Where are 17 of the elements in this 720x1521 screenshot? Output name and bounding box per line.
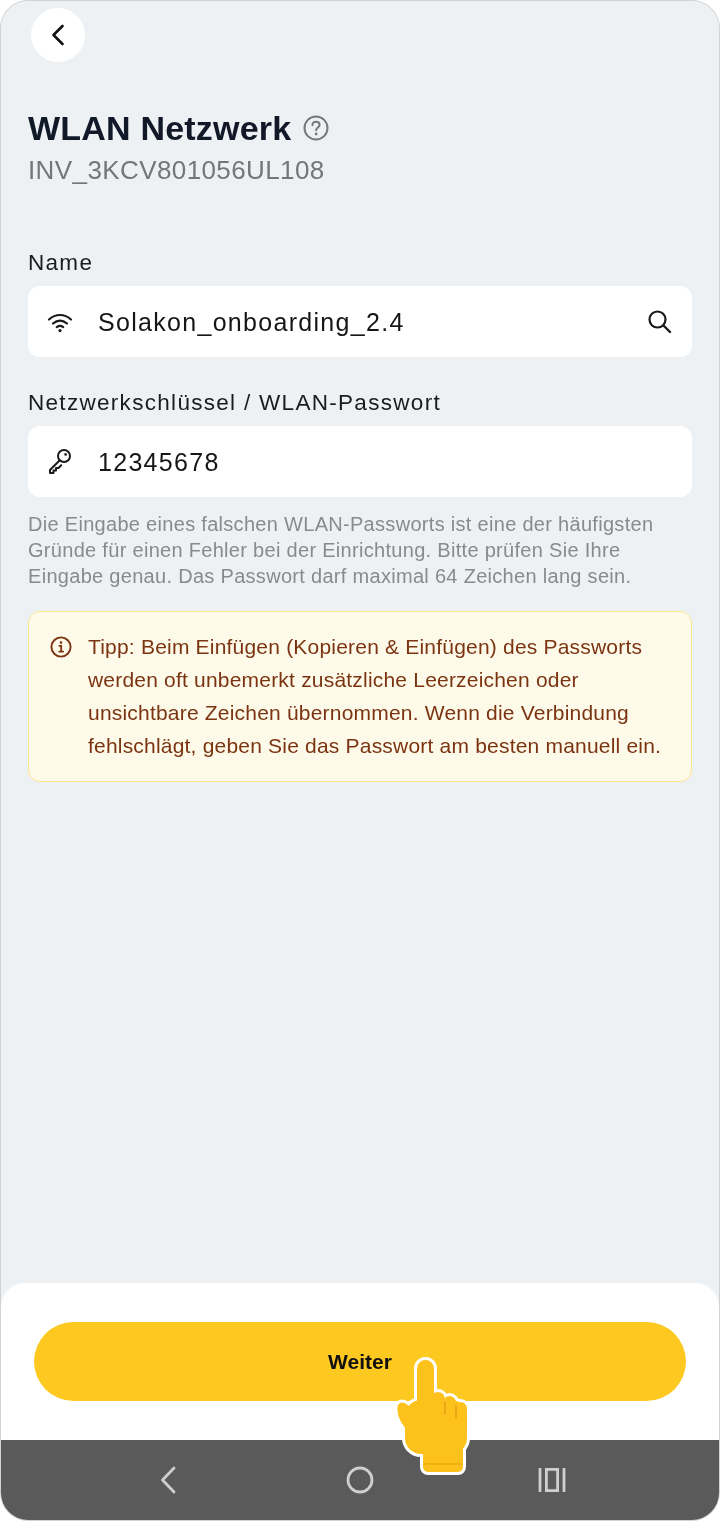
back-chevron-icon xyxy=(160,1466,176,1494)
device-id: INV_3KCV801056UL108 xyxy=(28,154,326,186)
field-label: Netzwerkschlüssel / WLAN-Passwort xyxy=(28,390,442,416)
help-icon[interactable] xyxy=(303,115,330,141)
page-title: WLAN Netzwerk xyxy=(28,108,292,148)
field-label: Name xyxy=(28,250,95,276)
tip-text: Tipp: Beim Einfügen (Kopieren & Einfügen) des Passworts werden oft unbemerkt zusätzliche Leerzeichen oder unsichtbare Zeichen übernommen. Wenn die Verbindung fehlschlägt, geben Sie das Passwort am besten manuell ein. xyxy=(88,634,663,759)
search-icon[interactable] xyxy=(647,309,672,334)
info-icon xyxy=(50,636,72,658)
network-name-field[interactable]: Solakon_onboarding_2.4 xyxy=(28,286,692,357)
password-field[interactable]: 12345678 xyxy=(28,426,692,497)
next-button[interactable]: Weiter xyxy=(34,1322,686,1401)
key-icon xyxy=(47,448,73,475)
home-circle-icon xyxy=(346,1466,374,1494)
recent-apps-icon xyxy=(538,1467,566,1493)
password-hint-text: Die Eingabe eines falschen WLAN-Passworts ist eine der häufigsten Gründe für einen Fehler bei der Einrichtung. Bitte prüfen Sie Ihre Eingabe genau. Das Passwort darf maximal 64 Zeichen lang sein. xyxy=(28,512,655,589)
back-chevron-icon xyxy=(51,24,65,46)
